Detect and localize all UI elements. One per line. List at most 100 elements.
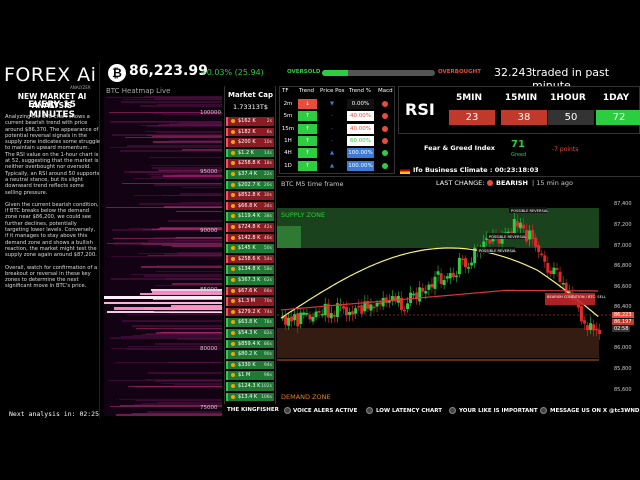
trade-age: 42s <box>263 225 272 230</box>
candle-body <box>598 330 602 334</box>
heatmap-band <box>134 177 222 180</box>
heatmap-band <box>138 203 222 205</box>
timeframe-label: 4H <box>284 150 292 157</box>
heatmap-band <box>122 320 222 322</box>
trend-percent: 60.00% <box>347 135 374 146</box>
bitcoin-icon <box>231 288 235 293</box>
candle-body <box>537 245 541 252</box>
market-cap-title: Market Cap <box>228 91 274 99</box>
candle-body <box>521 224 525 229</box>
heatmap-band <box>105 206 222 209</box>
trade-row: $258.8 K 18s <box>226 159 274 168</box>
rsi-timeframe-label: 5MIN <box>455 93 483 103</box>
reversal-label: POSSIBLE REVERSAL <box>479 249 516 253</box>
demand-zone-label: DEMAND ZONE <box>281 393 331 401</box>
heatmap-band <box>140 333 222 336</box>
heatmap-tick-label: 90000 <box>200 227 218 234</box>
price-position: ▲ <box>329 162 335 169</box>
heatmap-band <box>156 132 222 134</box>
heatmap-band <box>176 338 222 340</box>
btc-change: +0.03% (25.94) <box>200 68 264 77</box>
like-icon <box>449 407 456 414</box>
trade-amount: $63.8 K <box>238 319 258 326</box>
heatmap-band <box>149 156 222 158</box>
bitcoin-icon <box>231 214 235 219</box>
trade-row: $80.2 K 90s <box>226 350 274 359</box>
heatmap-band <box>163 175 222 177</box>
candle-body <box>290 316 294 322</box>
trade-amount: $1 M <box>238 372 251 379</box>
analysis-paragraph: Overall, watch for confirmation of a bre… <box>5 264 98 290</box>
trade-age: 58s <box>263 267 272 273</box>
kingfisher-brand: THE KINGFISHER <box>227 407 279 413</box>
heatmap-band <box>172 246 222 248</box>
heatmap-band <box>147 255 222 257</box>
candle-body <box>467 267 471 269</box>
price-tag: 86,223 <box>612 312 634 318</box>
trade-amount: $66.8 K <box>238 202 258 209</box>
trades-count: 32.243 <box>494 66 533 79</box>
trade-age: 6s <box>266 129 272 135</box>
like-message: YOUR LIKE IS IMPORTANT <box>459 408 538 414</box>
trade-age: 74s <box>263 309 272 315</box>
bitcoin-icon <box>231 373 235 378</box>
bitcoin-icon <box>231 278 235 282</box>
price-axis-label: 87,200 <box>614 221 632 228</box>
trade-amount: $200 K <box>238 139 256 146</box>
trade-age: 38s <box>263 214 272 220</box>
candlestick-chart[interactable]: POSSIBLE REVERSAL POSSIBLE REVERSAL POSSIB… <box>277 190 613 402</box>
trade-row: $162 K 2s <box>226 117 274 126</box>
heatmap-band <box>181 186 222 189</box>
trade-row: $1.2 K 14s <box>226 148 274 158</box>
trade-age: 66s <box>263 288 272 294</box>
trade-row: $37.4 K 22s <box>226 170 274 179</box>
price-axis-label: 85,800 <box>614 366 632 373</box>
candle-body <box>342 306 345 309</box>
analysis-paragraph: Analyzing the BTC chart shows a current … <box>5 114 100 196</box>
trend-arrow: ↑ <box>298 135 317 146</box>
price-axis-label: 86,800 <box>614 263 632 270</box>
heatmap-band <box>141 124 222 127</box>
trend-percent: 100.00% <box>347 160 374 171</box>
trade-amount: $367.3 K <box>238 277 261 283</box>
next-analysis-timer: Next analysis in: 02:25 <box>9 410 100 418</box>
trade-row: $182 K 6s <box>226 127 274 137</box>
trade-amount: $13.4 K <box>238 393 258 400</box>
candle-body <box>412 293 416 296</box>
heatmap-band <box>135 399 222 401</box>
trade-amount: $724.8 K <box>238 224 261 230</box>
supply-zone-volume <box>277 226 301 248</box>
candle-body <box>369 304 373 311</box>
bitcoin-icon <box>231 320 235 325</box>
trade-amount: $80.2 K <box>238 351 258 358</box>
fear-greed-label: Fear & Greed Index <box>424 144 495 152</box>
candle-body <box>302 312 306 315</box>
trade-row: $367.3 K 62s <box>226 276 274 285</box>
heatmap-title: BTC Heatmap Live <box>106 87 171 95</box>
candle-body <box>460 258 464 261</box>
candle-body <box>582 320 586 324</box>
candle-body <box>427 284 431 290</box>
bitcoin-icon <box>231 172 235 176</box>
candle-body <box>543 255 547 262</box>
heatmap-band <box>154 184 222 186</box>
trade-row: $63.8 K 78s <box>226 318 274 327</box>
price-position: - <box>331 137 333 144</box>
candle-body <box>442 280 446 286</box>
price-tag: 02:58 <box>612 326 631 332</box>
candle-body <box>311 316 315 322</box>
heatmap-tick-label: 95000 <box>200 168 218 175</box>
trade-amount: $119.4 K <box>238 213 261 220</box>
timeframe-table-header: Price Pos <box>320 88 345 94</box>
trend-percent: 0.00% <box>347 99 374 109</box>
trade-row: $852.8 K 30s <box>226 191 274 200</box>
candle-body <box>451 272 455 278</box>
trade-row: $258.6 K 54s <box>226 254 274 264</box>
candle-body <box>360 305 364 314</box>
heatmap-price-line <box>104 302 222 304</box>
bitcoin-icon <box>231 394 235 399</box>
trade-amount: $859.4 K <box>238 340 261 347</box>
trade-amount: $279.2 K <box>238 308 261 315</box>
rsi-timeframe-value: 23 <box>449 110 495 125</box>
trade-amount: $142.8 K <box>238 234 261 241</box>
